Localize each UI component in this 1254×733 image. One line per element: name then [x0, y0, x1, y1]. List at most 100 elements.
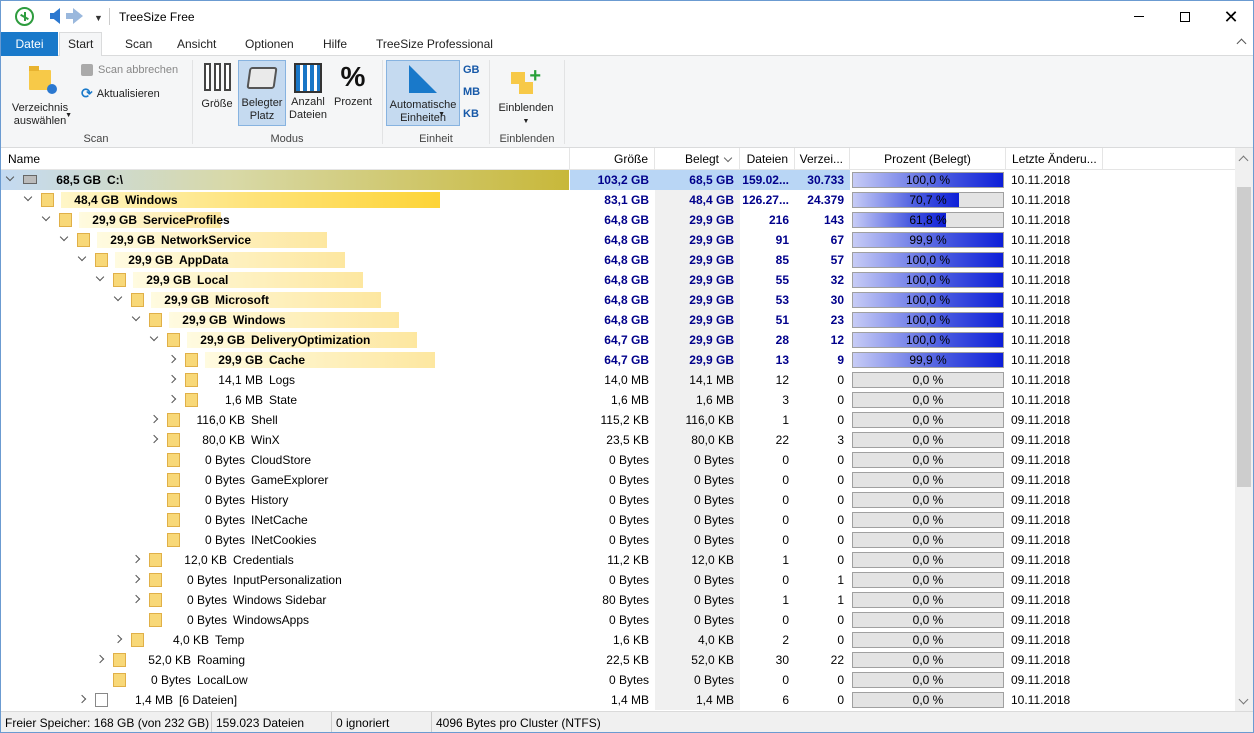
title-bar: ▼ TreeSize Free ✕ — [1, 1, 1253, 32]
cell-size: 103,2 GB — [570, 170, 655, 190]
table-row[interactable]: 29,9 GB AppData 64,8 GB 29,9 GB 85 57 100,0 % 1… — [1, 250, 1235, 270]
table-row[interactable]: 0 Bytes LocalLow 0 Bytes 0 Bytes 0 0 0,0 % 09.1… — [1, 670, 1235, 690]
show-label: Einblenden — [498, 102, 554, 114]
row-size-label: 48,4 GB — [74, 193, 119, 207]
column-name[interactable]: Name — [1, 148, 570, 170]
tab-treesize-professional[interactable]: TreeSize Professional — [368, 32, 501, 56]
mode-file-count-button[interactable]: Anzahl Dateien — [288, 60, 328, 126]
column-modified[interactable]: Letzte Änderu... — [1006, 148, 1103, 170]
mode-percent-button[interactable]: % Prozent — [331, 60, 375, 124]
refresh-button[interactable]: ⟳ Aktualisieren — [81, 85, 160, 102]
scroll-down-icon[interactable] — [1238, 694, 1249, 705]
table-row[interactable]: 0 Bytes GameExplorer 0 Bytes 0 Bytes 0 0 0,0 %… — [1, 470, 1235, 490]
folder-icon — [113, 273, 126, 287]
column-files[interactable]: Dateien — [740, 148, 795, 170]
percent-label: 0,0 % — [912, 373, 944, 387]
row-size-label: 1,6 MB — [224, 393, 263, 407]
table-row[interactable]: 29,9 GB Windows 64,8 GB 29,9 GB 51 23 100,0 % 1… — [1, 310, 1235, 330]
row-size-label: 0 Bytes — [204, 493, 245, 507]
table-row[interactable]: 0 Bytes InputPersonalization 0 Bytes 0 Byte… — [1, 570, 1235, 590]
tab-datei[interactable]: Datei — [1, 32, 58, 56]
percent-bar: 0,0 % — [852, 592, 1004, 608]
minimize-button[interactable] — [1116, 1, 1162, 32]
cell-files: 13 — [775, 353, 789, 367]
mode-group-label: Modus — [270, 133, 304, 145]
scrollbar-thumb[interactable] — [1237, 187, 1251, 487]
table-row[interactable]: 29,9 GB NetworkService 64,8 GB 29,9 GB 91 67 9… — [1, 230, 1235, 250]
table-row[interactable]: 0 Bytes Windows Sidebar 80 Bytes 0 Bytes 1 1 0… — [1, 590, 1235, 610]
unit-kb-button[interactable]: KB — [463, 108, 479, 120]
unit-gb-button[interactable]: GB — [463, 64, 480, 76]
show-button[interactable]: + Einblenden ▼ — [493, 60, 559, 125]
row-name-background — [1, 670, 569, 690]
close-button[interactable]: ✕ — [1208, 1, 1253, 32]
table-row[interactable]: 80,0 KB WinX 23,5 KB 80,0 KB 22 3 0,0 % 09.11.2… — [1, 430, 1235, 450]
cell-files: 0 — [782, 473, 789, 487]
unit-mb-button[interactable]: MB — [463, 86, 480, 98]
table-row[interactable]: 1,4 MB [6 Dateien] 1,4 MB 1,4 MB 6 0 0,0 % 10.1… — [1, 690, 1235, 710]
cell-files: 53 — [775, 293, 789, 307]
chevron-down-icon: ▼ — [522, 118, 530, 125]
row-size-label: 0 Bytes — [204, 453, 245, 467]
maximize-icon — [1180, 11, 1190, 22]
column-folders[interactable]: Verzei... — [795, 148, 850, 170]
vertical-scrollbar[interactable] — [1235, 170, 1253, 711]
table-row[interactable]: 0 Bytes INetCookies 0 Bytes 0 Bytes 0 0 0,0 % 0… — [1, 530, 1235, 550]
table-row[interactable]: 0 Bytes History 0 Bytes 0 Bytes 0 0 0,0 % 09.11… — [1, 490, 1235, 510]
folder-icon — [149, 613, 162, 627]
select-directory-button[interactable]: Verzeichnis auswählen ▼ — [7, 62, 73, 128]
tab-scan[interactable]: Scan — [117, 32, 160, 56]
table-row[interactable]: 116,0 KB Shell 115,2 KB 116,0 KB 1 0 0,0 % 09.1… — [1, 410, 1235, 430]
back-arrow-icon[interactable] — [50, 8, 60, 24]
percent-bar: 0,0 % — [852, 612, 1004, 628]
percent-label: 0,0 % — [912, 573, 944, 587]
tab-optionen[interactable]: Optionen — [237, 32, 302, 56]
row-name-label: AppData — [179, 253, 229, 267]
cell-size: 64,8 GB — [604, 273, 649, 287]
tab-ansicht[interactable]: Ansicht — [169, 32, 224, 56]
title-separator — [109, 8, 110, 25]
cell-size: 83,1 GB — [604, 193, 649, 207]
column-used[interactable]: Belegt — [655, 148, 740, 170]
table-row[interactable]: 12,0 KB Credentials 11,2 KB 12,0 KB 1 0 0,0 % 0… — [1, 550, 1235, 570]
select-directory-label: Verzeichnis auswählen — [11, 102, 69, 127]
tab-start[interactable]: Start — [59, 32, 103, 57]
collapse-ribbon-icon[interactable] — [1236, 38, 1247, 49]
columns-icon — [198, 63, 236, 91]
row-name-label: INetCache — [251, 513, 308, 527]
table-row[interactable]: 4,0 KB Temp 1,6 KB 4,0 KB 2 0 0,0 % 09.11.2018 — [1, 630, 1235, 650]
column-size[interactable]: Größe — [570, 148, 655, 170]
table-row[interactable]: 48,4 GB Windows 83,1 GB 48,4 GB 126.27... 24.… — [1, 190, 1235, 210]
percent-label: 100,0 % — [905, 173, 951, 187]
quick-access-dropdown-icon[interactable]: ▼ — [94, 13, 103, 23]
table-row[interactable]: 52,0 KB Roaming 22,5 KB 52,0 KB 30 22 0,0 % 09.… — [1, 650, 1235, 670]
column-percent[interactable]: Prozent (Belegt) — [850, 148, 1006, 170]
mode-used-space-label: Belegter Platz — [241, 97, 283, 122]
abort-scan-button[interactable]: Scan abbrechen — [81, 64, 178, 76]
scrollbar-top[interactable] — [1235, 148, 1253, 170]
cell-folders: 0 — [837, 453, 844, 467]
forward-arrow-icon[interactable] — [66, 8, 83, 24]
cell-used: 80,0 KB — [655, 430, 740, 450]
folder-icon — [167, 473, 180, 487]
automatic-units-button[interactable]: Automatische Einheiten ▼ — [386, 60, 460, 126]
percent-bar: 0,0 % — [852, 392, 1004, 408]
table-row[interactable]: 29,9 GB ServiceProfiles 64,8 GB 29,9 GB 216 1… — [1, 210, 1235, 230]
table-row[interactable]: 0 Bytes CloudStore 0 Bytes 0 Bytes 0 0 0,0 % 09… — [1, 450, 1235, 470]
tree-list[interactable]: 68,5 GB C:\ 103,2 GB 68,5 GB 159.02... 30.733… — [1, 170, 1235, 711]
table-row[interactable]: 1,6 MB State 1,6 MB 1,6 MB 3 0 0,0 % 10.11.2018 — [1, 390, 1235, 410]
table-row[interactable]: 0 Bytes WindowsApps 0 Bytes 0 Bytes 0 0 0,0 % 0… — [1, 610, 1235, 630]
table-row[interactable]: 0 Bytes INetCache 0 Bytes 0 Bytes 0 0 0,0 % 09.… — [1, 510, 1235, 530]
percent-bar: 0,0 % — [852, 692, 1004, 708]
cell-files: 51 — [775, 313, 789, 327]
table-row[interactable]: 29,9 GB DeliveryOptimization 64,7 GB 29,9 G… — [1, 330, 1235, 350]
table-row[interactable]: 14,1 MB Logs 14,0 MB 14,1 MB 12 0 0,0 % 10.11.2… — [1, 370, 1235, 390]
table-row[interactable]: 29,9 GB Local 64,8 GB 29,9 GB 55 32 100,0 % 10.… — [1, 270, 1235, 290]
table-row[interactable]: 29,9 GB Microsoft 64,8 GB 29,9 GB 53 30 100,0 … — [1, 290, 1235, 310]
maximize-button[interactable] — [1162, 1, 1208, 32]
table-row[interactable]: 29,9 GB Cache 64,7 GB 29,9 GB 13 9 99,9 % 10.11… — [1, 350, 1235, 370]
mode-used-space-button[interactable]: Belegter Platz — [238, 60, 286, 126]
table-row[interactable]: 68,5 GB C:\ 103,2 GB 68,5 GB 159.02... 30.733… — [1, 170, 1235, 190]
tab-hilfe[interactable]: Hilfe — [315, 32, 355, 56]
mode-size-button[interactable]: Größe — [198, 60, 236, 124]
